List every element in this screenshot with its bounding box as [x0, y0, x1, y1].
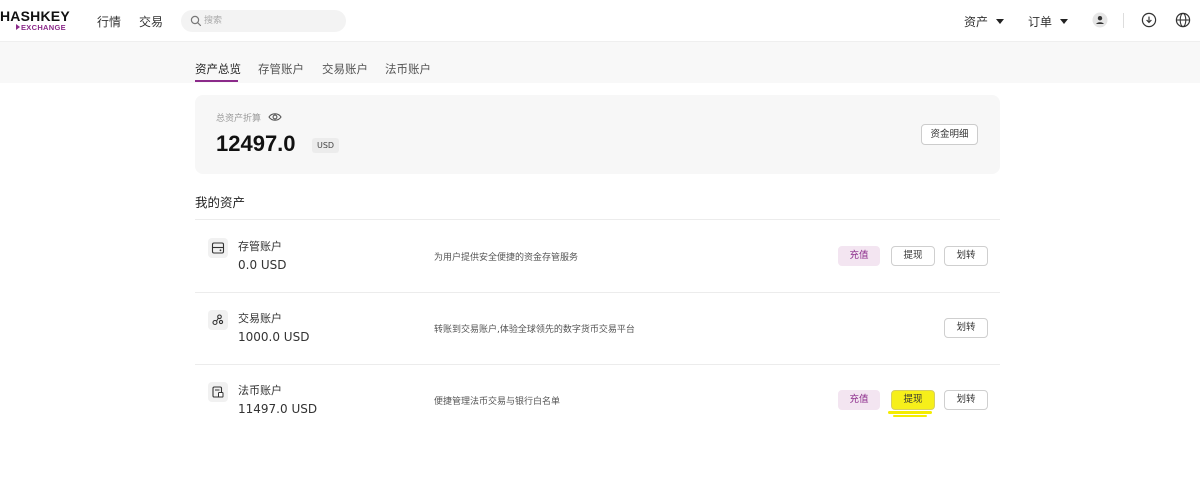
top-header: HASHKEY EXCHANGE 行情 交易 资产 订单 [0, 0, 1200, 42]
account-name: 交易账户 [238, 312, 282, 325]
search-icon [190, 15, 202, 27]
nav-trade[interactable]: 交易 [139, 13, 163, 30]
logo-text: HASHKEY [0, 8, 70, 24]
search-box[interactable] [181, 10, 346, 32]
account-name: 存管账户 [238, 240, 282, 253]
search-input[interactable] [204, 13, 334, 29]
transfer-button[interactable]: 划转 [944, 246, 988, 266]
account-description: 转账到交易账户,体验全球领先的数字货币交易平台 [434, 325, 635, 335]
account-tabs: 资产总览 存管账户 交易账户 法币账户 [0, 42, 1200, 83]
deposit-button[interactable]: 充值 [838, 246, 880, 266]
custody-account-row: 存管账户 0.0 USD 为用户提供安全便捷的资金存管服务 充值 提现 划转 [195, 220, 1000, 292]
download-icon[interactable] [1141, 12, 1157, 28]
nodes-icon [208, 310, 228, 330]
assets-menu[interactable]: 资产 [964, 13, 1005, 30]
logo-subtext: EXCHANGE [16, 23, 66, 32]
account-description: 为用户提供安全便捷的资金存管服务 [434, 253, 579, 263]
withdraw-button[interactable]: 提现 [891, 390, 935, 410]
chevron-down-icon [996, 19, 1005, 24]
header-divider [1123, 13, 1124, 28]
nav-market[interactable]: 行情 [97, 13, 121, 30]
hashkey-logo[interactable]: HASHKEY EXCHANGE [0, 8, 72, 34]
my-assets-title: 我的资产 [195, 195, 246, 210]
total-assets-value: 12497.0 [216, 131, 296, 156]
total-assets-card: 总资产折算 12497.0 USD 资金明细 [195, 95, 1000, 174]
account-balance: 0.0 USD [238, 258, 287, 272]
tab-custody-account[interactable]: 存管账户 [258, 61, 304, 77]
total-assets-label: 总资产折算 [216, 114, 262, 124]
withdraw-button[interactable]: 提现 [891, 246, 935, 266]
transfer-button[interactable]: 划转 [944, 390, 988, 410]
tab-trading-account[interactable]: 交易账户 [322, 61, 368, 77]
orders-menu[interactable]: 订单 [1028, 13, 1069, 30]
active-tab-indicator [195, 80, 238, 82]
transfer-button[interactable]: 划转 [944, 318, 988, 338]
chevron-down-icon [1060, 19, 1069, 24]
account-balance: 11497.0 USD [238, 402, 318, 416]
globe-icon[interactable] [1175, 12, 1191, 28]
account-balance: 1000.0 USD [238, 330, 310, 344]
vault-icon [208, 238, 228, 258]
fiat-account-row: 法币账户 11497.0 USD 便捷管理法币交易与银行白名单 充值 提现 划转 [195, 364, 1000, 436]
bank-card-icon [208, 382, 228, 402]
fund-details-button[interactable]: 资金明细 [921, 124, 978, 145]
account-name: 法币账户 [238, 384, 282, 397]
trading-account-row: 交易账户 1000.0 USD 转账到交易账户,体验全球领先的数字货币交易平台 … [195, 292, 1000, 364]
eye-icon[interactable] [268, 111, 282, 123]
deposit-button[interactable]: 充值 [838, 390, 880, 410]
currency-badge: USD [312, 138, 340, 153]
highlight-mark [893, 415, 927, 417]
user-avatar-icon[interactable] [1092, 12, 1108, 28]
tab-overview[interactable]: 资产总览 [195, 61, 241, 77]
highlight-mark [888, 411, 932, 414]
tab-fiat-account[interactable]: 法币账户 [385, 61, 431, 77]
account-description: 便捷管理法币交易与银行白名单 [434, 397, 561, 407]
